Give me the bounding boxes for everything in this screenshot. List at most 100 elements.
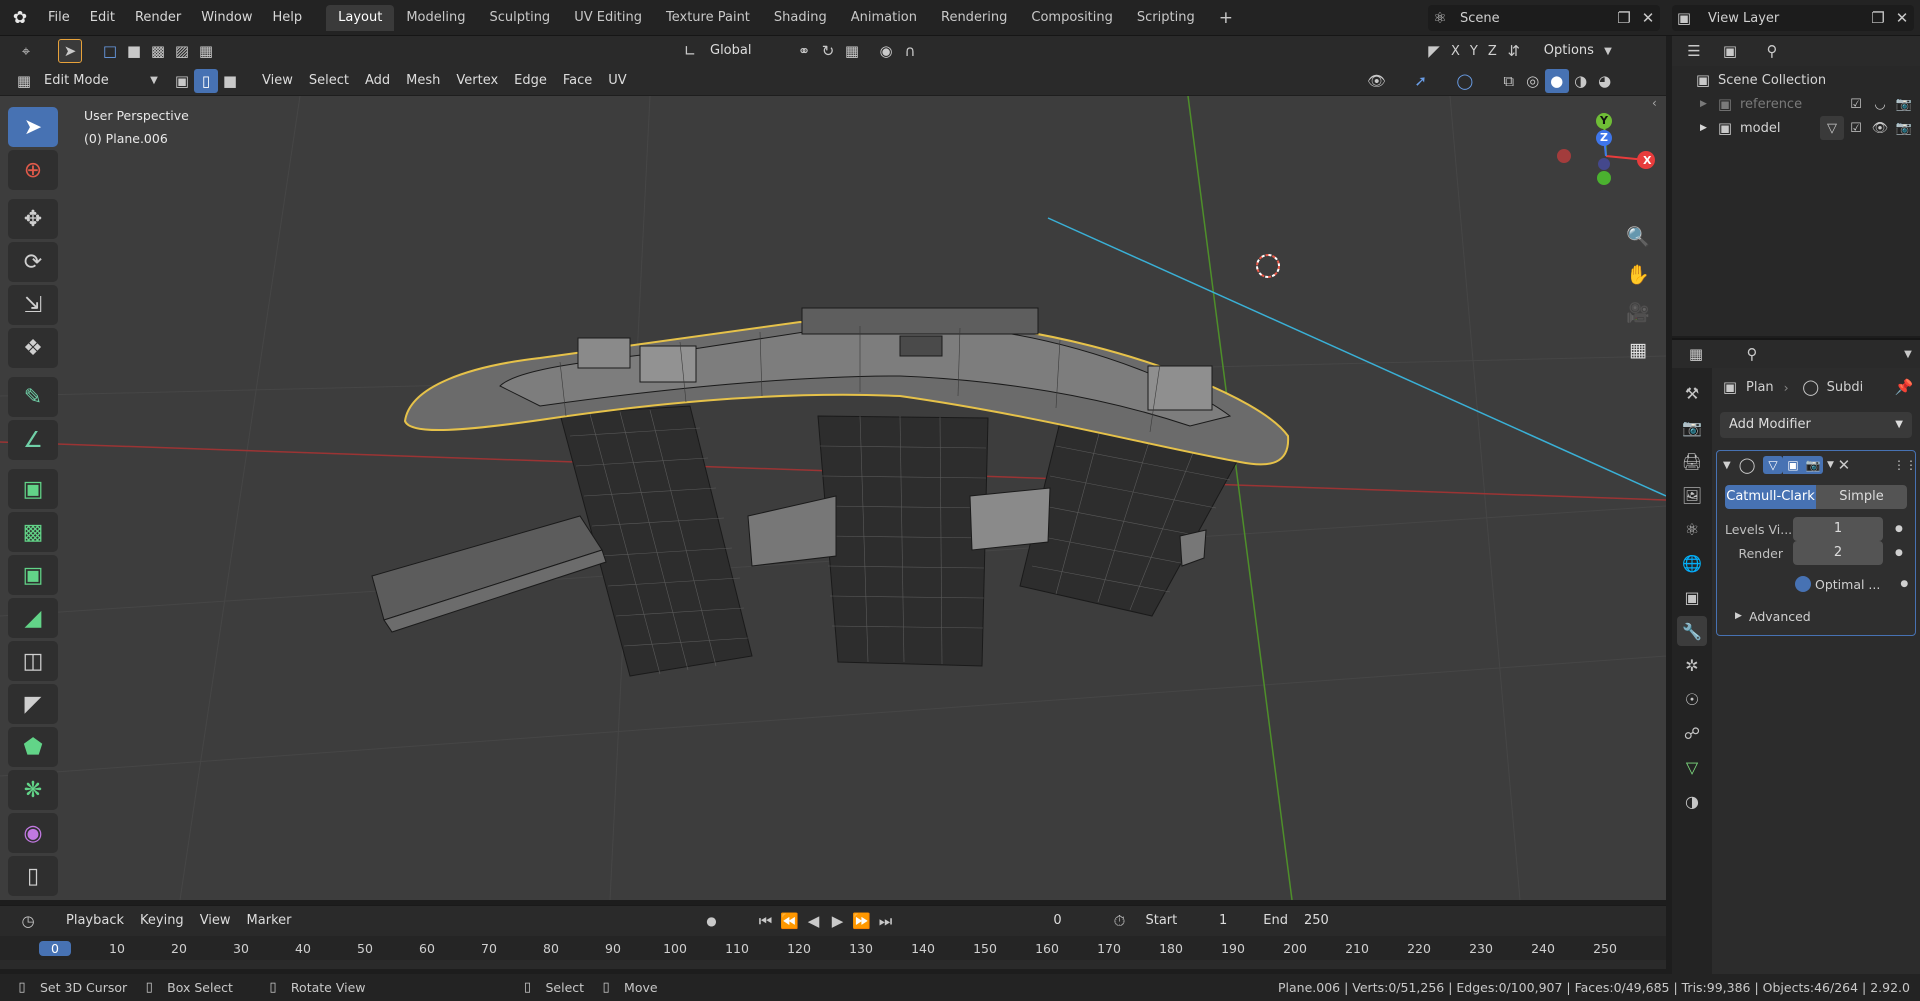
menu-uv[interactable]: UV: [600, 69, 634, 93]
render-disabled-icon[interactable]: 📷: [1892, 92, 1916, 116]
smooth-tool-icon[interactable]: ◉: [8, 813, 58, 853]
material-tab-icon[interactable]: ◑: [1677, 786, 1707, 816]
menu-window[interactable]: Window: [191, 0, 262, 36]
scale-tool-icon[interactable]: ⇲: [8, 285, 58, 325]
menu-timeline-view[interactable]: View: [192, 909, 239, 933]
select-mode-subtract-icon[interactable]: ▩: [146, 39, 170, 63]
keyframe-dot-icon[interactable]: ●: [1900, 579, 1908, 589]
viewport-scene[interactable]: [0, 96, 1666, 900]
drag-handle-icon[interactable]: ⋮⋮: [1893, 453, 1917, 477]
constraints-tab-icon[interactable]: ☍: [1677, 718, 1707, 748]
gizmo-neg-y-handle[interactable]: [1597, 171, 1611, 185]
menu-edge[interactable]: Edge: [506, 69, 555, 93]
tower-middle[interactable]: [817, 415, 989, 667]
tab-uv-editing[interactable]: UV Editing: [562, 5, 654, 31]
pivot-point-icon[interactable]: ⚭: [792, 39, 816, 63]
mirror-axis-x[interactable]: X: [1451, 44, 1460, 59]
move-tool-icon[interactable]: ✥: [8, 199, 58, 239]
particles-tab-icon[interactable]: ✲: [1677, 650, 1707, 680]
mirror-axis-y[interactable]: Y: [1470, 44, 1478, 59]
mirror-axis-z[interactable]: Z: [1488, 44, 1497, 59]
keyframe-dot-icon[interactable]: ●: [1895, 548, 1903, 558]
shading-wireframe-icon[interactable]: ◎: [1521, 69, 1545, 93]
world-tab-icon[interactable]: 🌐: [1677, 548, 1707, 578]
menu-add[interactable]: Add: [357, 69, 398, 93]
extrude-tool-icon[interactable]: ▩: [8, 512, 58, 552]
proportional-edit-icon[interactable]: ◉: [874, 39, 898, 63]
menu-vertex[interactable]: Vertex: [448, 69, 506, 93]
shading-rendered-icon[interactable]: ◕: [1593, 69, 1617, 93]
play-icon[interactable]: ▶: [825, 909, 849, 933]
end-frame-field[interactable]: 250: [1296, 909, 1336, 933]
chevron-down-icon[interactable]: ▼: [1827, 460, 1834, 470]
optimal-display-checkbox[interactable]: [1795, 576, 1811, 592]
knife-tool-icon[interactable]: ◤: [8, 684, 58, 724]
camera-view-icon[interactable]: 🎥: [1622, 296, 1654, 328]
object-tab-icon[interactable]: ▣: [1677, 582, 1707, 612]
transform-tool-icon[interactable]: ❖: [8, 328, 58, 368]
inset-tool-icon[interactable]: ▣: [8, 555, 58, 595]
mesh-data-tab-icon[interactable]: ▽: [1677, 752, 1707, 782]
outliner-editor-icon[interactable]: ☰: [1682, 39, 1706, 63]
render-tab-icon[interactable]: 📷: [1677, 412, 1707, 442]
tab-modeling[interactable]: Modeling: [394, 5, 477, 31]
snap-increment-icon[interactable]: ▦: [840, 39, 864, 63]
exclude-checkbox-icon[interactable]: ☑: [1844, 92, 1868, 116]
shading-material-icon[interactable]: ◑: [1569, 69, 1593, 93]
annotate-tool-icon[interactable]: ✎: [8, 377, 58, 417]
expand-arrow-icon[interactable]: ▶: [1735, 611, 1749, 621]
properties-editor-icon[interactable]: ▦: [1684, 342, 1708, 366]
menu-marker[interactable]: Marker: [239, 909, 300, 933]
tab-sculpting[interactable]: Sculpting: [477, 5, 562, 31]
tab-compositing[interactable]: Compositing: [1019, 5, 1125, 31]
physics-tab-icon[interactable]: ☉: [1677, 684, 1707, 714]
record-icon[interactable]: ●: [699, 909, 723, 933]
select-mode-extend-icon[interactable]: ■: [122, 39, 146, 63]
zoom-icon[interactable]: 🔍: [1622, 220, 1654, 252]
topology-mirror-icon[interactable]: ⇵: [1502, 39, 1526, 63]
spin-tool-icon[interactable]: ❋: [8, 770, 58, 810]
menu-file[interactable]: File: [38, 0, 80, 36]
advanced-subpanel[interactable]: ▶ Advanced: [1717, 605, 1915, 627]
shading-solid-icon[interactable]: ●: [1544, 68, 1569, 93]
gizmo-toggle-icon[interactable]: ➚: [1409, 69, 1433, 93]
pan-hand-icon[interactable]: ✋: [1622, 258, 1654, 290]
edit-mode-toggle-icon[interactable]: ▽: [1763, 456, 1783, 474]
vertex-select-icon[interactable]: ▣: [170, 69, 194, 93]
modifier-wrench-tab-icon[interactable]: 🔧: [1677, 616, 1707, 646]
tab-rendering[interactable]: Rendering: [929, 5, 1019, 31]
visibility-eye-icon[interactable]: 👁: [1868, 116, 1892, 140]
menu-select[interactable]: Select: [301, 69, 357, 93]
search-icon[interactable]: ⚲: [1760, 39, 1784, 63]
view-layer-tab-icon[interactable]: 🖼: [1677, 480, 1707, 510]
menu-render[interactable]: Render: [125, 0, 191, 36]
jump-start-icon[interactable]: ⏮: [753, 909, 777, 933]
close-scene-icon[interactable]: ✕: [1636, 6, 1660, 30]
exclude-checkbox-icon[interactable]: ☑: [1844, 116, 1868, 140]
render-toggle-icon[interactable]: 📷: [1803, 456, 1823, 474]
start-frame-field[interactable]: 1: [1185, 909, 1235, 933]
3d-cursor[interactable]: [1256, 254, 1280, 278]
scene-selector[interactable]: ⚛ Scene ❐ ✕: [1428, 5, 1660, 31]
keyframe-dot-icon[interactable]: ●: [1895, 524, 1903, 534]
edge-select-icon[interactable]: ▯: [194, 68, 218, 93]
select-mode-intersect-icon[interactable]: ▦: [194, 39, 218, 63]
new-scene-icon[interactable]: ❐: [1612, 6, 1636, 30]
select-mode-new-icon[interactable]: □: [98, 39, 122, 63]
current-frame-field[interactable]: 0: [1017, 909, 1098, 933]
shear-tool-icon[interactable]: ▯: [8, 856, 58, 896]
pin-icon[interactable]: 📌: [1892, 375, 1916, 399]
sidebar-toggle-icon[interactable]: ‹: [1652, 96, 1657, 110]
tab-shading[interactable]: Shading: [762, 5, 839, 31]
visibility-eye-icon[interactable]: 👁: [1365, 69, 1389, 93]
tab-layout[interactable]: Layout: [326, 4, 395, 31]
timeline-editor-icon[interactable]: ◷: [16, 909, 40, 933]
bevel-tool-icon[interactable]: ◢: [8, 598, 58, 638]
hide-eye-closed-icon[interactable]: ◡: [1868, 92, 1892, 116]
proportional-falloff-icon[interactable]: ∩: [898, 39, 922, 63]
frame-ruler[interactable]: 0 10 20 30 40 50 60 70 80 90 100 110 120…: [0, 936, 1666, 960]
menu-face[interactable]: Face: [555, 69, 600, 93]
mode-dropdown[interactable]: Edit Mode: [36, 69, 148, 93]
menu-edit[interactable]: Edit: [80, 0, 125, 36]
catmull-clark-button[interactable]: Catmull-Clark: [1725, 485, 1816, 509]
